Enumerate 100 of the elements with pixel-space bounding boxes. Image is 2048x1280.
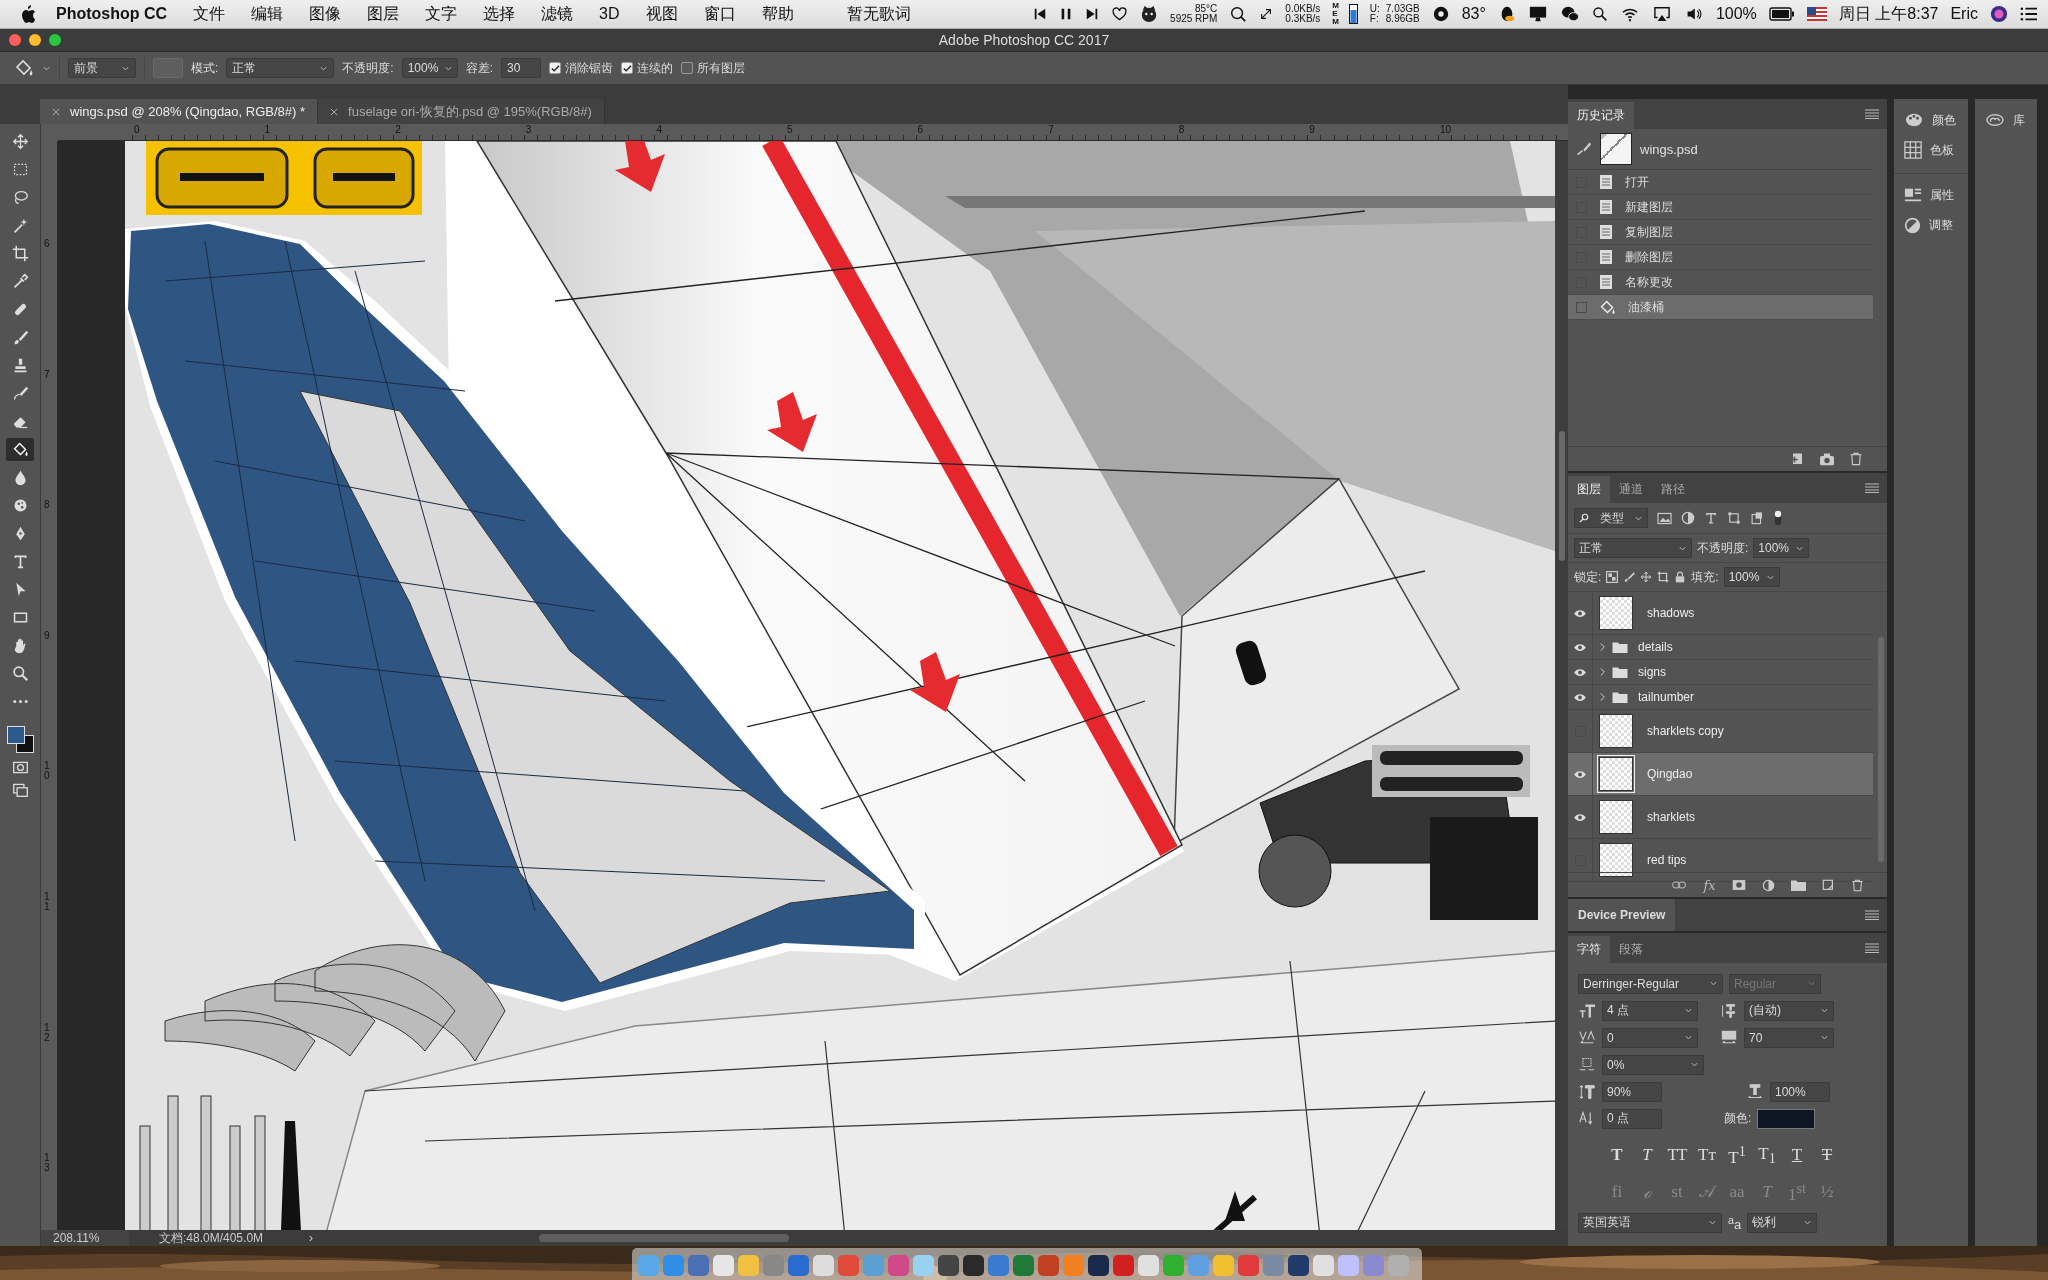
user-name[interactable]: Eric	[1950, 5, 1978, 23]
vertical-scale-field[interactable]: 90%	[1602, 1081, 1662, 1102]
artboard-icon[interactable]	[1657, 571, 1670, 583]
panel-menu-icon[interactable]	[1865, 943, 1879, 953]
layer-row[interactable]: details	[1568, 635, 1873, 660]
previous-icon[interactable]	[1033, 7, 1048, 21]
brush-icon[interactable]	[1623, 571, 1636, 583]
history-item[interactable]: 新建图层	[1568, 195, 1873, 220]
tool-button[interactable]	[6, 438, 34, 461]
new-document-icon[interactable]	[1790, 451, 1805, 467]
menu-item[interactable]: 窗口	[703, 3, 736, 25]
kerning-field[interactable]: 0	[1602, 1027, 1698, 1048]
filter-toggle-icon[interactable]	[1773, 510, 1783, 526]
history-item[interactable]: 删除图层	[1568, 245, 1873, 270]
panel-dock-item[interactable]: 属性	[1894, 180, 1968, 210]
trash-icon[interactable]	[1849, 451, 1863, 467]
text-style-button[interactable]: T$_{1}$	[1754, 1143, 1780, 1168]
adjustment-layer-icon[interactable]	[1761, 878, 1775, 892]
siri-icon[interactable]	[1990, 5, 2008, 23]
layer-row[interactable]: shadows	[1568, 592, 1873, 635]
language-dropdown[interactable]: 英国英语	[1578, 1212, 1722, 1233]
history-item[interactable]: 打开	[1568, 170, 1873, 195]
zoom-button[interactable]	[49, 34, 61, 46]
document-tab[interactable]: fuselage ori-恢复的.psd @ 195%(RGB/8#)	[318, 99, 605, 124]
scrollbar-thumb[interactable]	[1558, 431, 1565, 561]
cat-face-icon[interactable]	[1140, 5, 1159, 23]
search-icon[interactable]	[1591, 6, 1608, 22]
panel-dock-item[interactable]: 色板	[1894, 135, 1968, 165]
text-style-button[interactable]: T$^{1}$	[1724, 1143, 1750, 1168]
panel-menu-icon[interactable]	[1865, 483, 1879, 493]
battery-icon[interactable]	[1768, 7, 1795, 21]
adjustment-filter-icon[interactable]	[1681, 511, 1695, 525]
fill-source-dropdown[interactable]: 前景	[68, 58, 136, 78]
next-icon[interactable]	[1085, 7, 1100, 21]
smart-object-filter-icon[interactable]	[1750, 511, 1764, 525]
tracking-field[interactable]: 70	[1744, 1027, 1834, 1048]
text-style-button[interactable]: Tт	[1694, 1143, 1720, 1168]
baseline-shift-field[interactable]: 0 点	[1602, 1108, 1662, 1129]
panel-dock-item[interactable]: 颜色	[1894, 105, 1968, 135]
app-menu[interactable]: Photoshop CC	[56, 5, 168, 23]
monitor-icon[interactable]	[1527, 5, 1548, 23]
mask-icon[interactable]	[1731, 879, 1746, 891]
tolerance-field[interactable]: 30	[501, 58, 542, 78]
checkbox[interactable]	[549, 62, 562, 74]
mode-dropdown[interactable]: 正常	[226, 58, 335, 78]
menu-item[interactable]: 图层	[367, 3, 400, 25]
horizontal-scale-field[interactable]: 100%	[1770, 1081, 1830, 1102]
menu-item[interactable]: 3D	[599, 5, 620, 23]
heart-icon[interactable]	[1111, 6, 1129, 22]
menu-item[interactable]: 文件	[193, 3, 226, 25]
chat-bubbles-icon[interactable]	[1559, 5, 1580, 23]
paint-bucket-icon[interactable]	[14, 58, 34, 78]
magnifier-doc-icon[interactable]	[1229, 5, 1248, 23]
panel-tab[interactable]: 图层	[1568, 476, 1610, 503]
anti-aliasing-dropdown[interactable]: 锐利	[1747, 1212, 1818, 1233]
menu-item[interactable]: 编辑	[251, 3, 284, 25]
panel-menu-icon[interactable]	[1865, 109, 1879, 119]
flag-icon[interactable]	[1806, 7, 1827, 21]
text-style-button[interactable]: TT	[1664, 1143, 1690, 1168]
document-tab[interactable]: wings.psd @ 208% (Qingdao, RGB/8#) *	[40, 99, 319, 124]
history-brush-icon[interactable]	[1576, 141, 1592, 157]
eye-icon[interactable]	[1573, 642, 1587, 652]
layer-row[interactable]: tailnumber	[1568, 685, 1873, 710]
text-color-swatch[interactable]	[1757, 1108, 1816, 1129]
panel-dock-item[interactable]: 调整	[1894, 210, 1968, 240]
apple-icon[interactable]	[20, 5, 36, 23]
image-filter-icon[interactable]	[1657, 511, 1672, 525]
close-button[interactable]	[9, 34, 21, 46]
type-filter-icon[interactable]	[1704, 511, 1718, 525]
blend-mode-dropdown[interactable]: 正常	[1574, 538, 1692, 558]
link-icon[interactable]	[1671, 880, 1688, 890]
snapshot-name[interactable]: wings.psd	[1640, 141, 1698, 157]
new-layer-icon[interactable]	[1821, 878, 1835, 892]
layer-filter-dropdown[interactable]: 类型	[1574, 508, 1648, 528]
move-icon[interactable]	[1640, 571, 1653, 583]
text-style-button[interactable]: T	[1784, 1143, 1810, 1168]
text-style-button[interactable]: T	[1604, 1143, 1630, 1168]
color-swatches[interactable]	[5, 724, 35, 754]
panel-title[interactable]: Device Preview	[1568, 899, 1676, 931]
panel-tab[interactable]: 通道	[1610, 476, 1652, 503]
close-icon[interactable]	[52, 107, 60, 116]
opacity-field[interactable]: 100%	[1753, 538, 1810, 558]
panel-menu-icon[interactable]	[1865, 910, 1879, 920]
quick-mask-icon[interactable]	[11, 759, 29, 776]
zoom-level[interactable]: 208.11%	[41, 1230, 129, 1246]
minimize-button[interactable]	[29, 34, 41, 46]
close-icon[interactable]	[330, 107, 339, 116]
history-item[interactable]: 复制图层	[1568, 220, 1873, 245]
eye-icon[interactable]	[1573, 812, 1587, 822]
eye-icon[interactable]	[1573, 608, 1587, 618]
checkbox[interactable]	[681, 62, 694, 74]
text-style-button[interactable]: T	[1634, 1143, 1660, 1168]
eye-icon[interactable]	[1573, 667, 1587, 677]
layer-row[interactable]: sharklets	[1568, 796, 1873, 839]
menu-item[interactable]: 帮助	[761, 3, 794, 25]
menu-item[interactable]: 文字	[425, 3, 458, 25]
fan-icon[interactable]	[1431, 5, 1450, 23]
panel-tab[interactable]: 字符	[1568, 936, 1610, 963]
menu-item[interactable]: 选择	[483, 3, 516, 25]
menu-item[interactable]: 滤镜	[541, 3, 574, 25]
